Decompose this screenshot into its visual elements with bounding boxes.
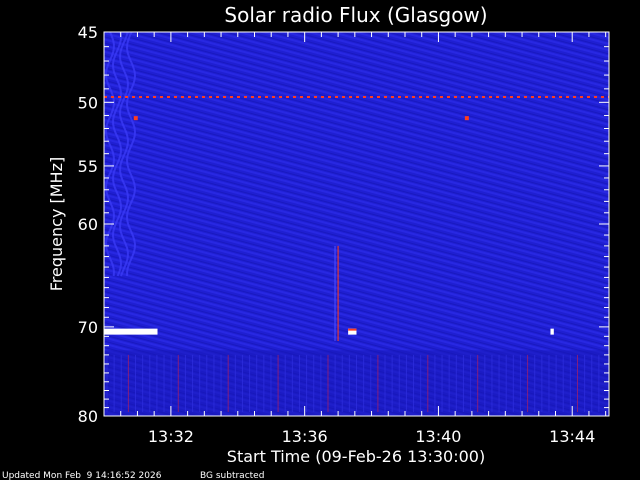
footer-updated: Updated Mon Feb 9 14:16:52 2026	[2, 471, 162, 480]
y-tick-label: 80	[78, 407, 98, 426]
saturated-block	[550, 328, 554, 335]
y-tick-label: 60	[78, 215, 98, 234]
y-tick-label: 45	[78, 23, 98, 42]
burst-dot	[464, 116, 469, 121]
saturated-block	[104, 328, 158, 335]
y-tick-label: 55	[78, 157, 98, 176]
x-tick-label: 13:36	[282, 427, 328, 446]
x-axis-label: Start Time (09-Feb-26 13:30:00)	[227, 447, 485, 466]
y-tick-label: 70	[78, 318, 98, 337]
y-tick-label: 50	[78, 93, 98, 112]
footer-bg-note: BG subtracted	[200, 471, 264, 480]
saturated-block-edge	[348, 328, 357, 331]
burst-dot	[133, 116, 138, 121]
x-tick-label: 13:40	[415, 427, 461, 446]
chart-title: Solar radio Flux (Glasgow)	[224, 3, 487, 27]
x-tick-label: 13:32	[148, 427, 194, 446]
x-tick-label: 13:44	[549, 427, 595, 446]
y-axis-label: Frequency [MHz]	[47, 157, 66, 291]
spectrogram-chart: 45 50 55 60 70 80 13:32 13:36 13:40 13:44 Solar r…	[2, 3, 610, 480]
plot-area	[104, 31, 609, 416]
